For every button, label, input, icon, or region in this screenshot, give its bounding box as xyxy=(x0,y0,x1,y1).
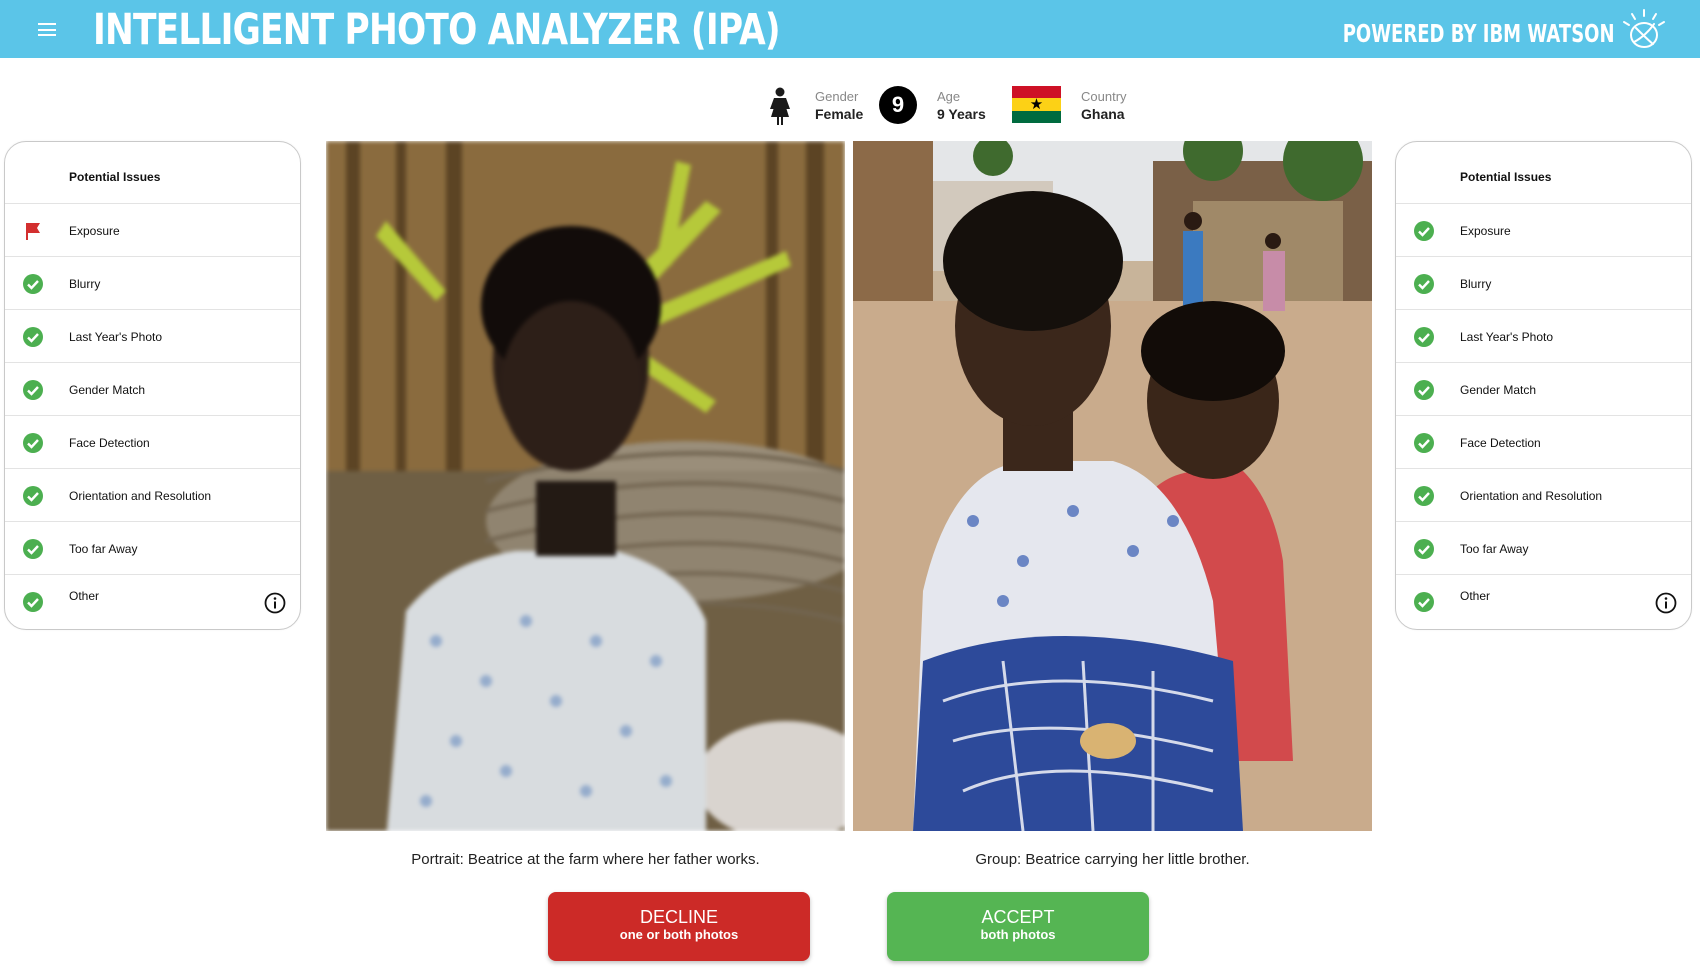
accept-sublabel: both photos xyxy=(980,927,1056,942)
issue-row-blurry[interactable]: Blurry xyxy=(1396,257,1691,310)
decline-label: DECLINE xyxy=(639,907,719,927)
issue-row-exposure[interactable]: Exposure xyxy=(1396,204,1691,257)
issue-row-exposure[interactable]: Exposure xyxy=(5,204,300,257)
check-circle-icon xyxy=(23,592,43,612)
issue-label: Exposure xyxy=(1460,224,1511,238)
check-circle-icon xyxy=(23,539,43,559)
issue-row-too-far-away[interactable]: Too far Away xyxy=(5,522,300,575)
info-icon[interactable] xyxy=(1655,592,1677,614)
decline-sublabel: one or both photos xyxy=(619,927,739,942)
issue-row-orientation-resolution[interactable]: Orientation and Resolution xyxy=(1396,469,1691,522)
check-circle-icon xyxy=(23,486,43,506)
hamburger-menu-icon[interactable] xyxy=(38,23,56,36)
check-circle-icon xyxy=(1414,327,1434,347)
issue-label: Face Detection xyxy=(69,436,150,450)
portrait-issues-panel: Potential Issues Exposure Blurry Last Ye… xyxy=(4,141,301,630)
group-photo xyxy=(853,141,1372,831)
decline-button[interactable]: DECLINE one or both photos xyxy=(548,892,810,961)
issue-row-face-detection[interactable]: Face Detection xyxy=(5,416,300,469)
age-badge: 9 xyxy=(879,86,917,124)
ibm-watson-logo-icon xyxy=(1623,9,1665,48)
issue-label: Too far Away xyxy=(1460,542,1529,556)
issue-label: Face Detection xyxy=(1460,436,1541,450)
panel-title: Potential Issues xyxy=(1460,170,1552,184)
issue-row-gender-match[interactable]: Gender Match xyxy=(1396,363,1691,416)
age-value: 9 Years xyxy=(937,106,986,122)
issue-row-last-years-photo[interactable]: Last Year's Photo xyxy=(1396,310,1691,363)
issue-label: Last Year's Photo xyxy=(1460,330,1554,344)
red-flag-icon xyxy=(26,223,40,240)
portrait-photo xyxy=(326,141,845,831)
check-circle-icon xyxy=(23,380,43,400)
issue-row-blurry[interactable]: Blurry xyxy=(5,257,300,310)
issue-label: Gender Match xyxy=(1460,383,1537,397)
issue-label: Exposure xyxy=(69,224,120,238)
issue-label: Orientation and Resolution xyxy=(69,489,212,503)
issue-label: Orientation and Resolution xyxy=(1460,489,1603,503)
ghana-flag-icon: ★ xyxy=(1012,86,1061,123)
issue-label: Other xyxy=(1460,589,1491,603)
check-circle-icon xyxy=(1414,486,1434,506)
check-circle-icon xyxy=(23,433,43,453)
issue-row-last-years-photo[interactable]: Last Year's Photo xyxy=(5,310,300,363)
issue-row-gender-match[interactable]: Gender Match xyxy=(5,363,300,416)
country-label: Country xyxy=(1081,89,1127,104)
check-circle-icon xyxy=(1414,539,1434,559)
accept-label: ACCEPT xyxy=(981,907,1055,927)
gender-value: Female xyxy=(815,106,864,122)
age-label: Age xyxy=(937,89,961,104)
issue-row-orientation-resolution[interactable]: Orientation and Resolution xyxy=(5,469,300,522)
panel-header: Potential Issues xyxy=(5,142,300,204)
check-circle-icon xyxy=(1414,221,1434,241)
accept-button[interactable]: ACCEPT both photos xyxy=(887,892,1149,961)
group-caption: Group: Beatrice carrying her little brot… xyxy=(975,851,1250,868)
check-circle-icon xyxy=(1414,592,1434,612)
issue-label: Other xyxy=(69,589,100,603)
check-circle-icon xyxy=(1414,380,1434,400)
issue-label: Blurry xyxy=(69,277,101,291)
female-icon xyxy=(770,87,790,125)
powered-by-label: POWERED BY IBM WATSON xyxy=(1343,19,1615,48)
issue-label: Gender Match xyxy=(69,383,146,397)
issue-label: Last Year's Photo xyxy=(69,330,163,344)
check-circle-icon xyxy=(23,327,43,347)
issue-row-too-far-away[interactable]: Too far Away xyxy=(1396,522,1691,575)
group-issues-panel: Potential Issues Exposure Blurry Last Ye… xyxy=(1395,141,1692,630)
issue-label: Blurry xyxy=(1460,277,1492,291)
country-value: Ghana xyxy=(1081,106,1125,122)
issue-row-other[interactable]: Other xyxy=(1396,575,1691,628)
app-title: INTELLIGENT PHOTO ANALYZER (IPA) xyxy=(93,5,781,55)
panel-header: Potential Issues xyxy=(1396,142,1691,204)
app-header: INTELLIGENT PHOTO ANALYZER (IPA) POWERED… xyxy=(0,0,1700,58)
portrait-caption: Portrait: Beatrice at the farm where her… xyxy=(411,851,760,868)
check-circle-icon xyxy=(23,274,43,294)
panel-title: Potential Issues xyxy=(69,170,161,184)
check-circle-icon xyxy=(1414,433,1434,453)
issue-row-other[interactable]: Other xyxy=(5,575,300,628)
issue-row-face-detection[interactable]: Face Detection xyxy=(1396,416,1691,469)
check-circle-icon xyxy=(1414,274,1434,294)
issue-label: Too far Away xyxy=(69,542,138,556)
info-icon[interactable] xyxy=(264,592,286,614)
